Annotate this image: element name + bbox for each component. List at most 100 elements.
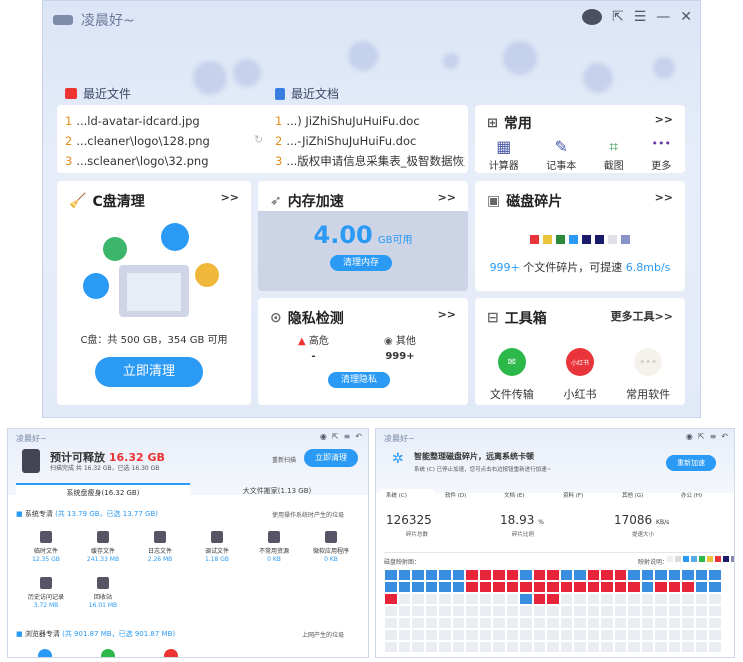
disk-block — [506, 606, 518, 616]
drive-tab[interactable]: 文档 (E) — [498, 489, 553, 503]
list-item[interactable]: 2 ...-JiZhiShuJuHuiFu.doc — [275, 131, 465, 151]
list-item[interactable]: 1 ...ld-avatar-idcard.jpg — [65, 111, 265, 131]
disk-block — [479, 630, 491, 640]
disk-block — [655, 630, 667, 640]
file-icon — [97, 531, 109, 543]
drive-tab[interactable]: 其他 (G) — [616, 489, 671, 503]
memory-value: 4.00 — [313, 221, 373, 249]
disk-block — [587, 606, 599, 616]
reaccelerate-button[interactable]: 重新加速 — [666, 455, 716, 471]
toolbox-more-link[interactable]: 更多工具>> — [611, 308, 673, 324]
back-icon[interactable]: ↶ — [355, 432, 362, 441]
more-tools-button[interactable]: ••• 更多 — [651, 137, 671, 172]
disk-block — [385, 570, 397, 580]
share-icon[interactable]: ⇱ — [612, 9, 624, 25]
clean-item[interactable]: 缓存文件 241.33 MB — [75, 531, 131, 563]
clean-item[interactable]: 临时文件 12.35 GB — [18, 531, 74, 563]
memory-more-link[interactable]: >> — [438, 191, 456, 204]
list-item[interactable]: 3 ...scleaner\logo\32.png — [65, 151, 265, 171]
list-item[interactable]: 3 ...版权申请信息采集表_极智数据恢复 — [275, 151, 465, 171]
clean-item[interactable]: 历史访问记录 3.72 MB — [18, 577, 74, 609]
share-icon[interactable]: ⇱ — [332, 432, 339, 441]
wechat-icon: ✉ — [497, 348, 526, 376]
disk-block — [533, 630, 545, 640]
clean-now-button[interactable]: 立即清理 — [304, 449, 358, 467]
drive-tab[interactable]: 资料 (F) — [557, 489, 612, 503]
drive-tab[interactable]: 系统 (C) — [380, 489, 435, 503]
checkbox[interactable]: ■ — [16, 630, 23, 638]
disk-block — [709, 642, 721, 652]
disk-block — [452, 582, 464, 592]
disk-block — [533, 618, 545, 628]
greeting-title: 凌晨好~ — [81, 13, 135, 29]
list-item[interactable]: 1...) JiZhiShuJuHuiFu.doc — [275, 111, 465, 131]
menu-icon[interactable]: ≡ — [710, 432, 717, 441]
drive-tab[interactable]: 软件 (D) — [439, 489, 494, 503]
minimize-icon[interactable]: — — [656, 9, 670, 25]
disk-block — [560, 570, 572, 580]
common-more-link[interactable]: >> — [655, 113, 673, 126]
more-icon: ••• — [651, 137, 671, 150]
tab-system-slim[interactable]: 系统盘瘦身(16.32 GB) — [16, 483, 190, 499]
close-icon[interactable]: ✕ — [680, 9, 692, 25]
privacy-more-link[interactable]: >> — [438, 308, 456, 321]
refresh-icon[interactable]: ↻ — [254, 133, 263, 146]
clean-item[interactable]: 回收站 16.01 MB — [75, 577, 131, 609]
clean-now-button[interactable]: 立即清理 — [95, 357, 203, 387]
share-icon[interactable]: ⇱ — [698, 432, 705, 441]
clean-item[interactable]: 不常用资源 0 KB — [246, 531, 302, 563]
globe-icon[interactable] — [581, 9, 602, 25]
file-icon — [97, 577, 109, 589]
globe-icon[interactable]: ◉ — [686, 432, 693, 441]
fragment-legend — [475, 229, 685, 248]
legend-square — [667, 556, 673, 562]
common-software-button[interactable]: ••• 常用软件 — [626, 348, 670, 402]
clean-privacy-button[interactable]: 清理隐私 — [328, 372, 390, 388]
disk-block — [601, 606, 613, 616]
back-icon[interactable]: ↶ — [721, 432, 728, 441]
screenshot-button[interactable]: ⌗ 截图 — [604, 137, 624, 172]
disk-block — [425, 570, 437, 580]
disk-block — [682, 618, 694, 628]
checkbox[interactable]: ■ — [16, 510, 23, 518]
file-transfer-button[interactable]: ✉ 文件传输 — [490, 348, 534, 402]
disk-block — [412, 606, 424, 616]
defrag-more-link[interactable]: >> — [655, 191, 673, 204]
notepad-button[interactable]: ✎ 记事本 — [546, 137, 576, 172]
list-item[interactable]: 2 ...cleaner\logo\128.png — [65, 131, 265, 151]
clean-item[interactable]: 微软应用程序 0 KB — [303, 531, 359, 563]
disk-block — [385, 606, 397, 616]
disk-block — [479, 570, 491, 580]
disk-block — [601, 570, 613, 580]
memory-title: ➶ 内存加速 — [270, 193, 344, 210]
disk-block — [614, 570, 626, 580]
drive-tab[interactable]: 办公 (H) — [675, 489, 730, 503]
window-controls: ⇱ ☰ — ✕ — [581, 9, 692, 25]
clean-memory-button[interactable]: 清理内存 — [330, 255, 392, 271]
disk-block — [695, 582, 707, 592]
menu-icon[interactable]: ☰ — [634, 9, 647, 25]
menu-icon[interactable]: ≡ — [344, 432, 351, 441]
disk-block — [452, 630, 464, 640]
disk-block — [493, 570, 505, 580]
c-clean-more-link[interactable]: >> — [221, 191, 239, 204]
calculator-button[interactable]: ▦ 计算器 — [489, 137, 519, 172]
file-icon — [154, 531, 166, 543]
clean-item[interactable]: 调试文件 1.18 GB — [189, 531, 245, 563]
fragment-square — [556, 235, 565, 244]
xiaohongshu-button[interactable]: 小红书 小红书 — [563, 348, 596, 402]
globe-icon[interactable]: ◉ — [320, 432, 327, 441]
disk-block — [385, 630, 397, 640]
defrag-title: ▣ 磁盘碎片 — [487, 193, 563, 210]
disk-block — [547, 606, 559, 616]
legend-square — [707, 556, 713, 562]
rescan-link[interactable]: 重新扫描 — [272, 455, 296, 464]
toolbox-apps: ✉ 文件传输 小红书 小红书 ••• 常用软件 — [475, 348, 685, 402]
disk-block — [452, 606, 464, 616]
tab-big-files[interactable]: 大文件搬家(1.13 GB) — [192, 483, 362, 499]
clean-item[interactable]: 日志文件 2.26 MB — [132, 531, 188, 563]
disk-block — [574, 582, 586, 592]
disk-block — [452, 618, 464, 628]
fragment-square — [530, 235, 539, 244]
disk-block — [668, 594, 680, 604]
